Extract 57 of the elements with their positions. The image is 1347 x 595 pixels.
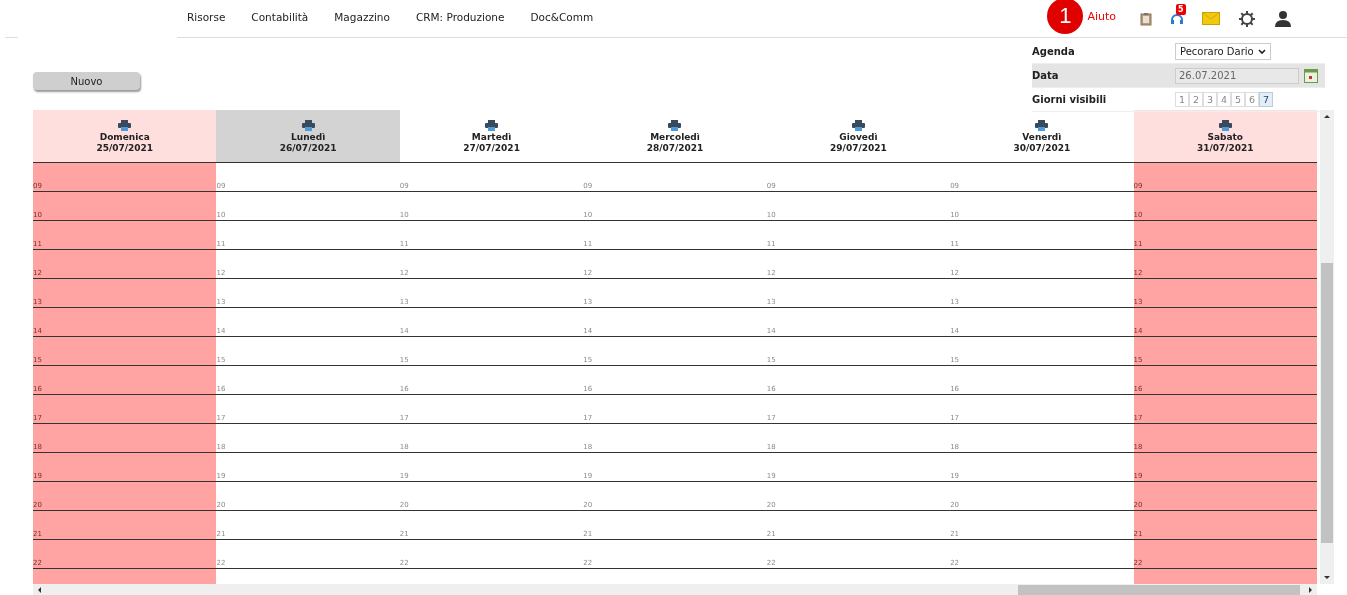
scroll-up-icon[interactable]	[1323, 114, 1331, 119]
day-count-button[interactable]: 6	[1245, 92, 1259, 107]
printer-icon[interactable]	[668, 119, 682, 131]
day-name: Sabato	[1207, 131, 1244, 142]
printer-icon[interactable]	[301, 119, 315, 131]
scroll-left-icon[interactable]	[37, 585, 42, 594]
clipboard-icon[interactable]	[1140, 11, 1152, 26]
printer-icon[interactable]	[1035, 119, 1049, 131]
scroll-down-icon[interactable]	[1323, 575, 1331, 580]
chevron-down-icon[interactable]	[1257, 48, 1266, 55]
day-count-button[interactable]: 5	[1231, 92, 1245, 107]
day-date: 30/07/2021	[1013, 142, 1071, 153]
calendar-icon[interactable]	[1304, 68, 1318, 83]
day-name: Martedì	[471, 131, 512, 142]
nav-link[interactable]: Doc&Comm	[530, 10, 594, 23]
day-header[interactable]: Domenica 25/07/2021	[33, 110, 217, 163]
new-button[interactable]: Nuovo	[33, 72, 140, 90]
day-name: Giovedì	[839, 131, 878, 142]
agenda-select[interactable]: Pecoraro Dario	[1175, 43, 1271, 60]
notification-badge: 5	[1176, 3, 1186, 15]
day-date: 25/07/2021	[96, 142, 154, 153]
day-date: 29/07/2021	[830, 142, 887, 153]
day-date: 26/07/2021	[279, 142, 337, 153]
printer-icon[interactable]	[851, 119, 865, 131]
nav-link[interactable]: Magazzino	[334, 10, 390, 23]
nav-link[interactable]: Risorse	[187, 10, 226, 23]
day-date: 27/07/2021	[463, 142, 520, 153]
day-date: 28/07/2021	[646, 142, 704, 153]
day-count-button[interactable]: 4	[1217, 92, 1231, 107]
date-field[interactable]: 26.07.2021	[1175, 67, 1299, 84]
agenda-label: Agenda	[1032, 46, 1076, 57]
settings-icon[interactable]	[1238, 9, 1256, 28]
printer-icon[interactable]	[118, 119, 132, 131]
day-count-button[interactable]: 7	[1259, 92, 1273, 107]
day-header[interactable]: Lunedì 26/07/2021	[216, 110, 400, 163]
day-date: 31/07/2021	[1196, 142, 1254, 153]
day-count-button[interactable]: 1	[1175, 92, 1189, 107]
day-name: Domenica	[99, 131, 150, 142]
scroll-right-icon[interactable]	[1308, 585, 1313, 594]
horizontal-scrollbar[interactable]	[33, 584, 1317, 595]
help-link[interactable]: Aiuto	[1087, 10, 1116, 23]
printer-icon[interactable]	[1218, 119, 1232, 131]
nav-link[interactable]: CRM: Produzione	[415, 10, 505, 23]
visible-days-label: Giorni visibili	[1032, 94, 1108, 105]
day-name: Lunedì	[291, 131, 326, 142]
date-label: Data	[1032, 70, 1060, 81]
day-count-button[interactable]: 3	[1203, 92, 1217, 107]
day-header[interactable]: Sabato 31/07/2021	[1133, 110, 1317, 163]
day-name: Venerdì	[1022, 131, 1062, 142]
user-icon[interactable]	[1274, 10, 1292, 27]
printer-icon[interactable]	[485, 119, 499, 131]
nav-link[interactable]: Contabilità	[251, 10, 309, 23]
headset-icon[interactable]	[1170, 11, 1184, 26]
day-count-button[interactable]: 2	[1189, 92, 1203, 107]
vertical-scrollbar[interactable]	[1320, 110, 1334, 584]
annotation-marker: 1	[1047, 0, 1084, 34]
day-name: Mercoledì	[650, 131, 700, 142]
